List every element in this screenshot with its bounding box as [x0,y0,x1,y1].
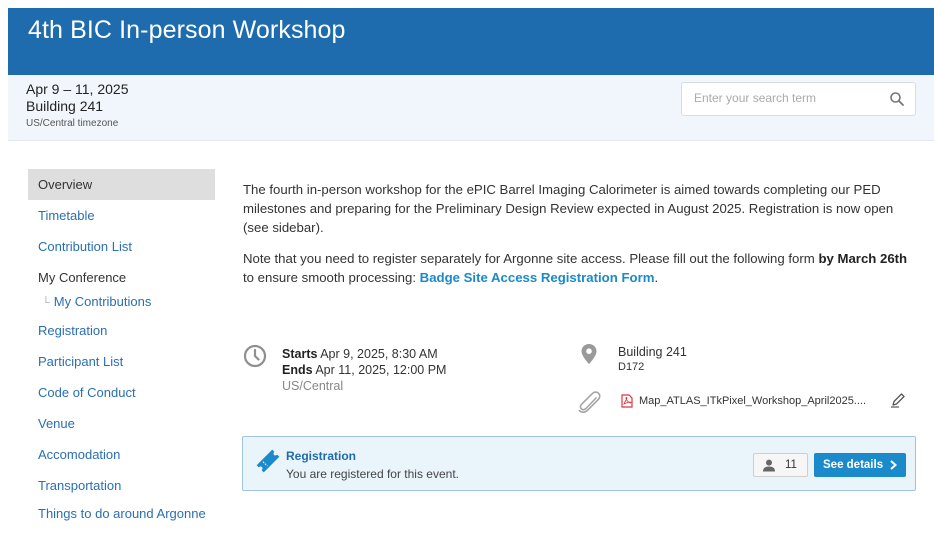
ends-value: Apr 11, 2025, 12:00 PM [312,363,447,377]
see-details-button[interactable]: See details [814,453,906,477]
event-location: Building 241 D172 [618,345,687,375]
subitem-corner-icon: └ [42,297,50,309]
description-text: . [654,270,659,285]
event-header: 4th BIC In-person Workshop [8,8,934,75]
sidebar-item-overview[interactable]: Overview [28,169,215,200]
chevron-right-icon [890,460,897,470]
sidebar-item-registration[interactable]: Registration [28,315,215,346]
schedule-timezone: US/Central [282,379,344,393]
description-paragraph-2: Note that you need to register separatel… [243,249,915,287]
event-dates: Apr 9 – 11, 2025 [26,81,129,97]
ticket-icon [256,449,280,473]
registration-status: You are registered for this event. [286,467,459,481]
deadline-text: by March 26th [818,251,908,266]
event-times: Starts Apr 9, 2025, 8:30 AM Ends Apr 11,… [282,346,446,394]
badge-registration-link[interactable]: Badge Site Access Registration Form [420,270,655,285]
sidebar-item-transportation[interactable]: Transportation [28,470,215,501]
sidebar-item-venue[interactable]: Venue [28,408,215,439]
search-box[interactable] [681,82,916,116]
location-pin-icon [581,344,597,364]
description-text: Note that you need to register separatel… [243,251,819,266]
sidebar-item-accomodation[interactable]: Accomodation [28,439,215,470]
starts-value: Apr 9, 2025, 8:30 AM [317,347,438,361]
paperclip-icon [578,391,601,414]
description-text: to ensure smooth processing: [243,270,420,285]
starts-label: Starts [282,347,318,361]
event-details: Starts Apr 9, 2025, 8:30 AM Ends Apr 11,… [243,340,915,425]
participant-count: 11 [785,459,797,471]
sidebar-item-my-conference[interactable]: My Conference [28,262,215,293]
sidebar-item-my-contributions[interactable]: └ My Contributions [28,293,215,315]
pdf-icon [621,394,633,408]
see-details-label: See details [823,459,884,471]
sidebar-item-timetable[interactable]: Timetable [28,200,215,231]
sidebar-menu: Overview Timetable Contribution List My … [28,169,215,540]
event-timezone: US/Central timezone [26,118,119,129]
sidebar-item-label: My Contributions [53,294,152,309]
location-building: Building 241 [618,345,687,359]
location-room: D172 [618,361,645,373]
event-description: The fourth in-person workshop for the eP… [243,180,915,299]
event-room: Building 241 [26,98,104,114]
description-paragraph-1: The fourth in-person workshop for the eP… [243,182,894,235]
sidebar-item-code-of-conduct[interactable]: Code of Conduct [28,377,215,408]
sidebar-item-participant-list[interactable]: Participant List [28,346,215,377]
user-icon [763,459,775,472]
sidebar-item-things-to-do[interactable]: Things to do around Argonne [28,501,215,540]
pencil-icon[interactable] [890,392,906,408]
participant-count-badge[interactable]: 11 [753,453,808,477]
registration-panel: Registration You are registered for this… [242,436,916,491]
search-input[interactable] [694,91,874,105]
event-title: 4th BIC In-person Workshop [28,16,346,44]
ends-label: Ends [282,363,313,377]
search-icon[interactable] [889,91,905,107]
clock-icon [243,344,267,368]
sidebar-item-contribution-list[interactable]: Contribution List [28,231,215,262]
attachment-link[interactable]: Map_ATLAS_ITkPixel_Workshop_April2025...… [639,395,866,407]
registration-title: Registration [286,449,357,463]
